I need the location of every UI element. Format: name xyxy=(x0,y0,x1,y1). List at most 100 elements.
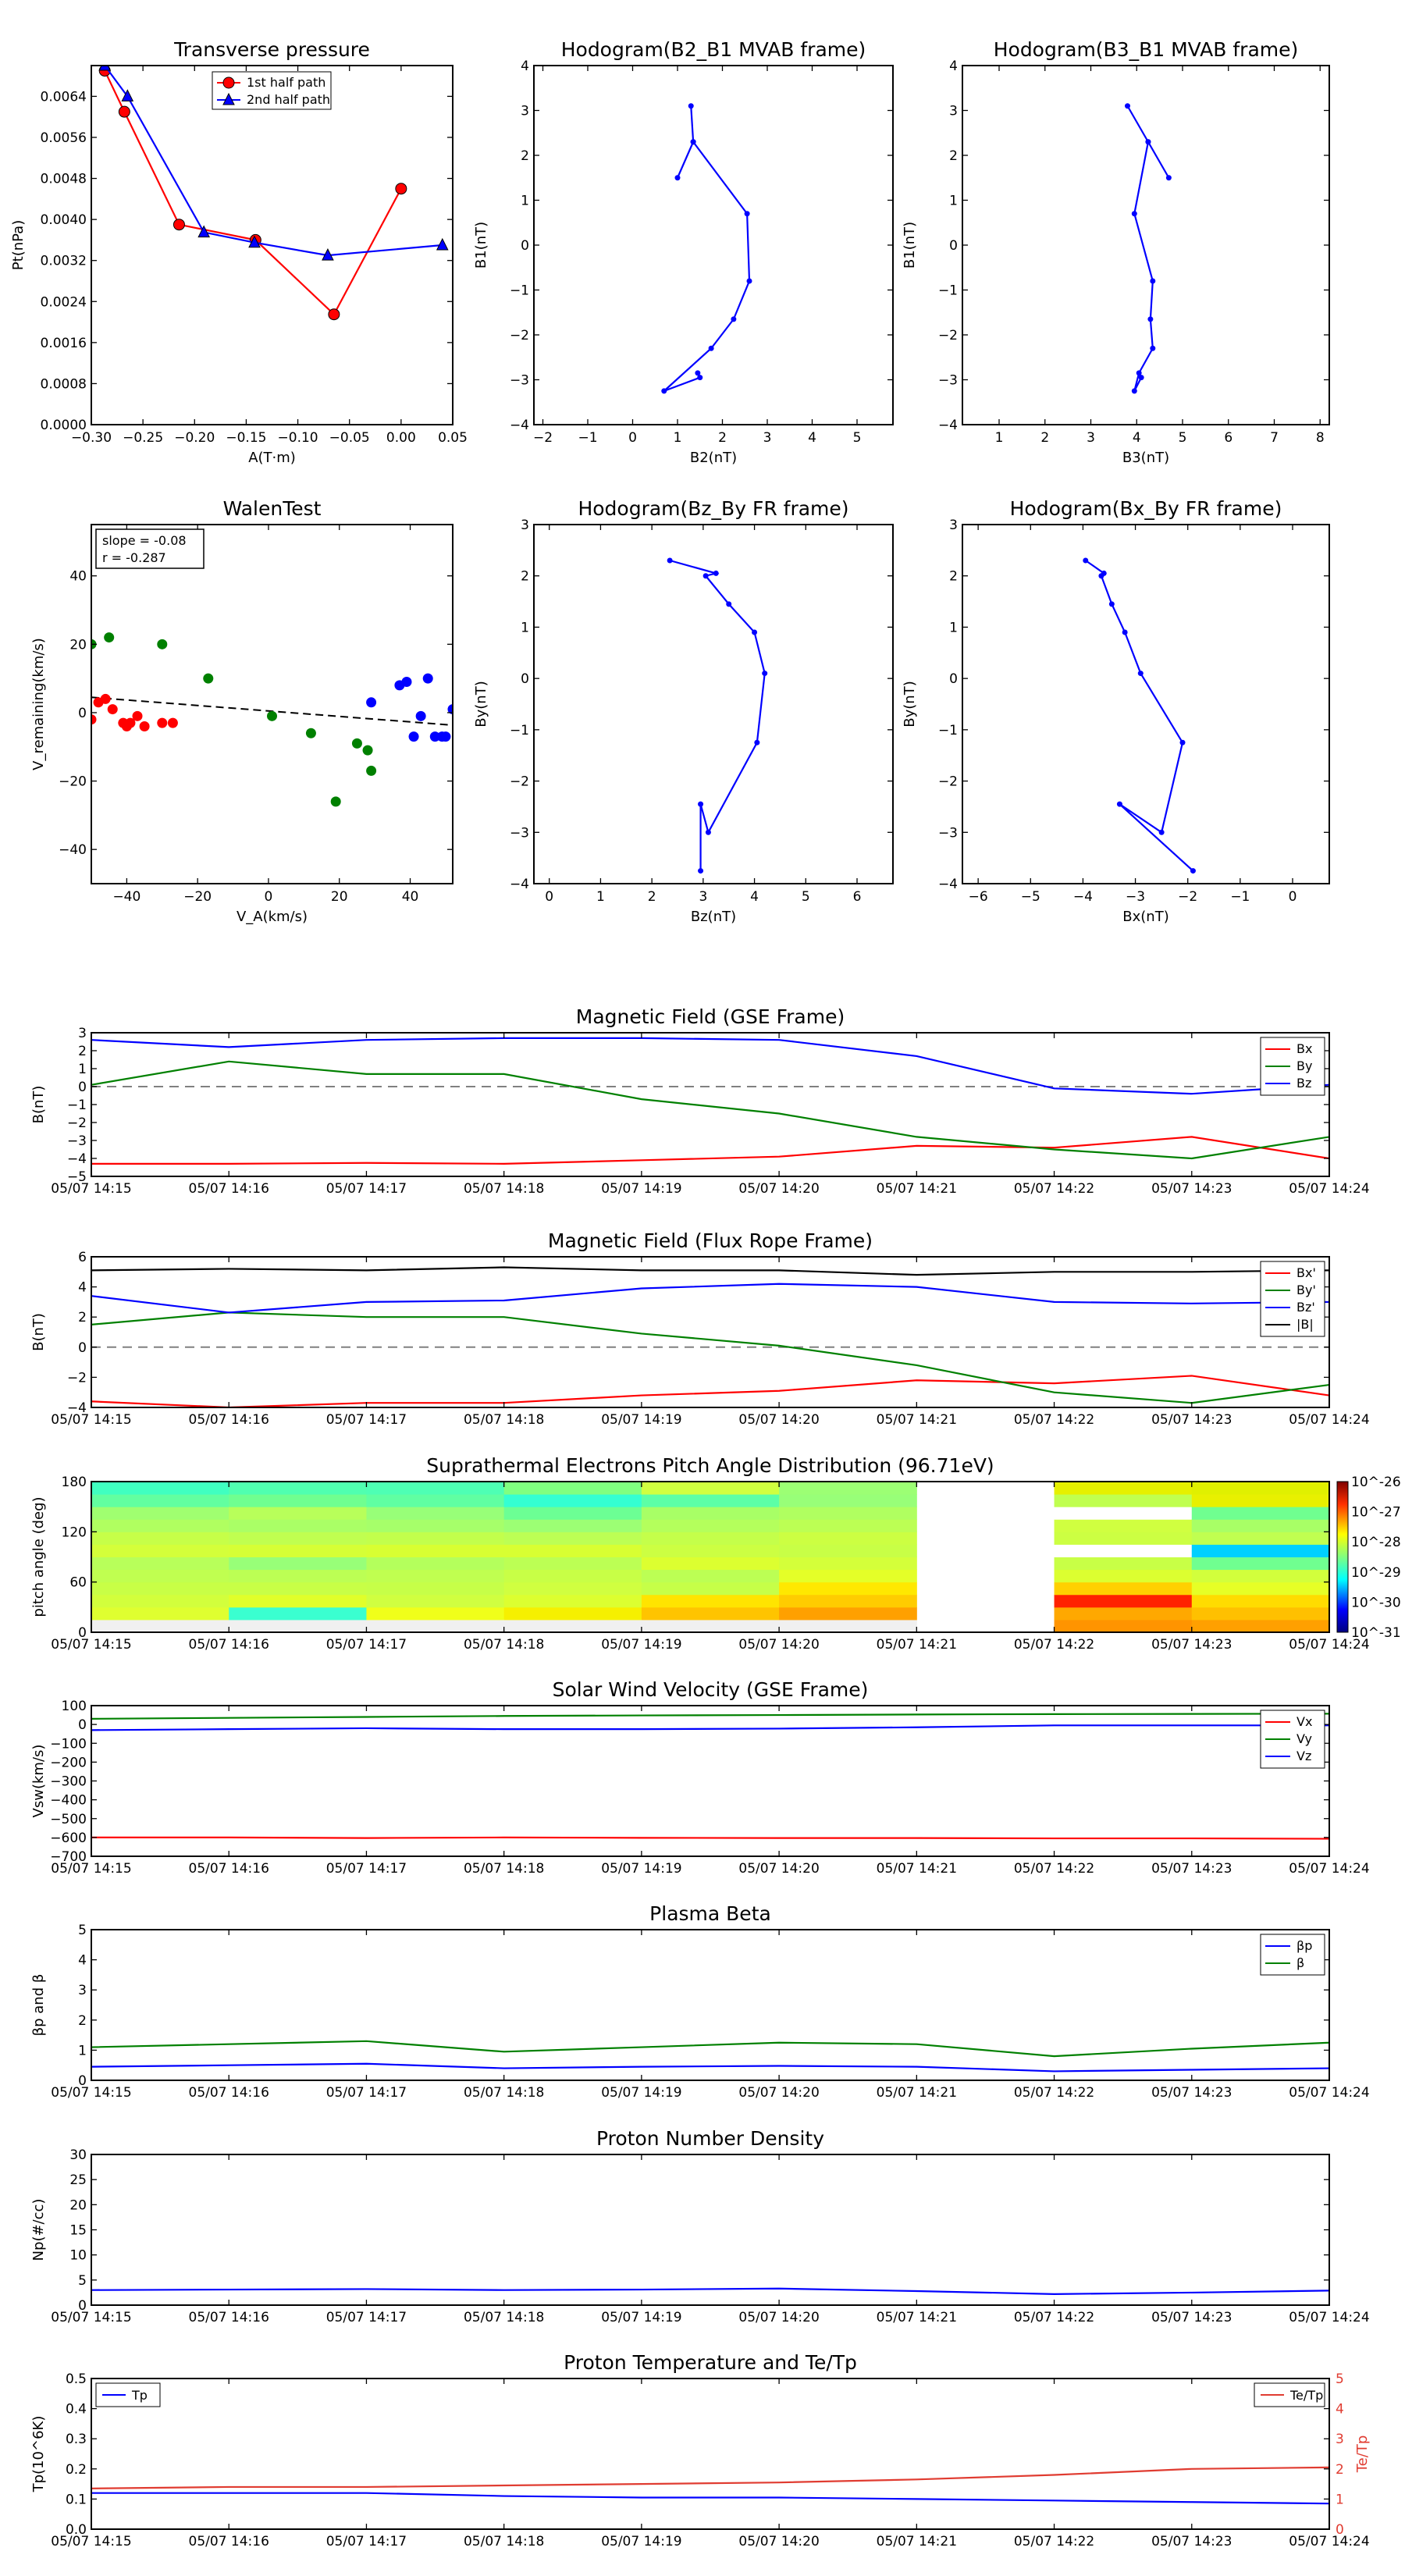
data-point xyxy=(1190,868,1196,874)
plot-frame xyxy=(91,2378,1330,2530)
series-line xyxy=(91,2040,1329,2058)
data-point xyxy=(107,704,118,715)
x-tick-label: 05/07 14:24 xyxy=(1289,1861,1369,1877)
heatmap-cell xyxy=(229,1507,367,1520)
y-tick-label: 0 xyxy=(949,238,958,254)
colorbar-tick-label: 10^-28 xyxy=(1351,1535,1401,1550)
data-point xyxy=(667,557,673,564)
x-tick-label: 05/07 14:22 xyxy=(1014,1637,1094,1653)
heatmap-cell xyxy=(366,1619,505,1632)
y2-tick-label: 2 xyxy=(1336,2462,1344,2478)
heatmap-cell xyxy=(229,1482,367,1495)
x-axis-label: B3(nT) xyxy=(1122,450,1169,466)
x-tick-label: 3 xyxy=(1087,430,1095,446)
heatmap-cell xyxy=(91,1544,229,1557)
y-tick-label: 2 xyxy=(521,148,529,164)
x-tick-label: 05/07 14:20 xyxy=(738,1412,819,1428)
heatmap-cell xyxy=(91,1606,229,1621)
heatmap-cell xyxy=(366,1544,505,1557)
y-tick-label: 20 xyxy=(69,637,87,653)
x-tick-label: −6 xyxy=(969,889,988,905)
heatmap-cell xyxy=(366,1507,505,1520)
series-line xyxy=(91,1724,1329,1731)
heatmap-cell xyxy=(779,1619,917,1632)
legend-box xyxy=(1260,1934,1325,1976)
annotation-text: slope = -0.08 xyxy=(102,533,187,548)
x-tick-label: −2 xyxy=(1178,889,1197,905)
x-tick-label: −3 xyxy=(1126,889,1145,905)
y-tick-label: −2 xyxy=(938,328,958,343)
heatmap-cell xyxy=(641,1544,780,1557)
x-tick-label: 05/07 14:21 xyxy=(877,2085,957,2101)
y-tick-label: 2 xyxy=(949,148,958,164)
x-tick-label: −1 xyxy=(1230,889,1250,905)
legend-label: Bx xyxy=(1297,1041,1312,1056)
plot-area xyxy=(91,2466,1329,2505)
x-tick-label: 0 xyxy=(265,889,273,905)
heatmap-cell xyxy=(1054,1482,1193,1495)
heatmap-cell xyxy=(366,1606,505,1621)
x-axis-label: V_A(km/s) xyxy=(237,909,308,925)
heatmap-cell xyxy=(366,1557,505,1571)
x-tick-label: −4 xyxy=(1073,889,1093,905)
data-point xyxy=(366,697,377,708)
y-tick-label: 4 xyxy=(949,59,958,74)
y-tick-label: 2 xyxy=(949,569,958,585)
heatmap-cell xyxy=(503,1594,642,1608)
series-line xyxy=(91,2492,1329,2505)
heatmap-cell xyxy=(229,1544,367,1557)
chart-pitch-angle: 10^-3110^-3010^-2910^-2810^-2710^-26Supr… xyxy=(30,1454,1401,1653)
data-point xyxy=(1137,671,1144,677)
y-tick-label: 3 xyxy=(521,518,529,533)
y-tick-label: −2 xyxy=(67,1115,87,1131)
y-tick-label: −1 xyxy=(510,723,529,738)
y-tick-label: −3 xyxy=(938,825,958,841)
x-tick-label: 05/07 14:16 xyxy=(189,1861,269,1877)
heatmap-cell xyxy=(1191,1544,1329,1557)
heatmap-cell xyxy=(229,1594,367,1608)
y-tick-label: −4 xyxy=(510,418,529,433)
x-tick-label: 05/07 14:18 xyxy=(464,2310,544,2325)
y2-tick-label: 0 xyxy=(1336,2522,1344,2538)
chart-walen-test: WalenTest −40 −20 0 20 40 −40 −20 0 20 40 V_remaini… xyxy=(30,497,454,925)
x-tick-label: 05/07 14:19 xyxy=(601,1861,681,1877)
legend-label: Vy xyxy=(1297,1731,1312,1746)
heatmap-cell xyxy=(1191,1594,1329,1608)
y-axis-label: B(nT) xyxy=(30,1086,47,1124)
heatmap-cell xyxy=(91,1507,229,1520)
heatmap-cell xyxy=(1191,1519,1329,1532)
y-tick-label: 1 xyxy=(949,620,958,635)
chart-title: Magnetic Field (Flux Rope Frame) xyxy=(548,1229,873,1252)
chart-title: Suprathermal Electrons Pitch Angle Distr… xyxy=(426,1454,994,1477)
y2-tick-label: 4 xyxy=(1336,2402,1344,2418)
series-line xyxy=(669,559,766,871)
y-tick-label: −1 xyxy=(938,283,958,299)
heatmap-cell xyxy=(366,1494,505,1507)
plot-frame xyxy=(533,65,894,425)
chart-title: Hodogram(B3_B1 MVAB frame) xyxy=(994,38,1299,61)
plot-area xyxy=(91,1037,1329,1165)
legend-label: |B| xyxy=(1297,1317,1314,1332)
legend-label: Bx' xyxy=(1297,1265,1316,1280)
heatmap-cell xyxy=(779,1582,917,1596)
y-tick-label: −4 xyxy=(510,877,529,892)
x-tick-label: 05/07 14:15 xyxy=(51,2310,131,2325)
chart-proton-temperature: Proton Temperature and Te/Tp0.00.10.20.3… xyxy=(30,2351,1371,2549)
x-tick-label: 05/07 14:19 xyxy=(601,1412,681,1428)
heatmap-cell xyxy=(641,1594,780,1608)
heatmap-cell xyxy=(779,1569,917,1583)
chart-title: WalenTest xyxy=(223,497,322,520)
y-tick-label: 0 xyxy=(78,1080,87,1095)
series-line xyxy=(91,1060,1329,1160)
y-axis-label: pitch angle (deg) xyxy=(30,1496,47,1617)
heatmap-cell xyxy=(1054,1619,1193,1632)
chart-title: Proton Number Density xyxy=(596,2127,824,2150)
x-tick-label: −1 xyxy=(578,430,597,446)
chart-title: Hodogram(Bz_By FR frame) xyxy=(578,497,848,520)
x-tick-label: 05/07 14:17 xyxy=(326,1181,407,1197)
x-tick-label: 40 xyxy=(402,889,419,905)
heatmap-cell xyxy=(229,1532,367,1545)
heatmap-cell xyxy=(779,1557,917,1571)
legend-label: βp xyxy=(1297,1938,1312,1953)
y-tick-label: 3 xyxy=(78,1983,87,1998)
